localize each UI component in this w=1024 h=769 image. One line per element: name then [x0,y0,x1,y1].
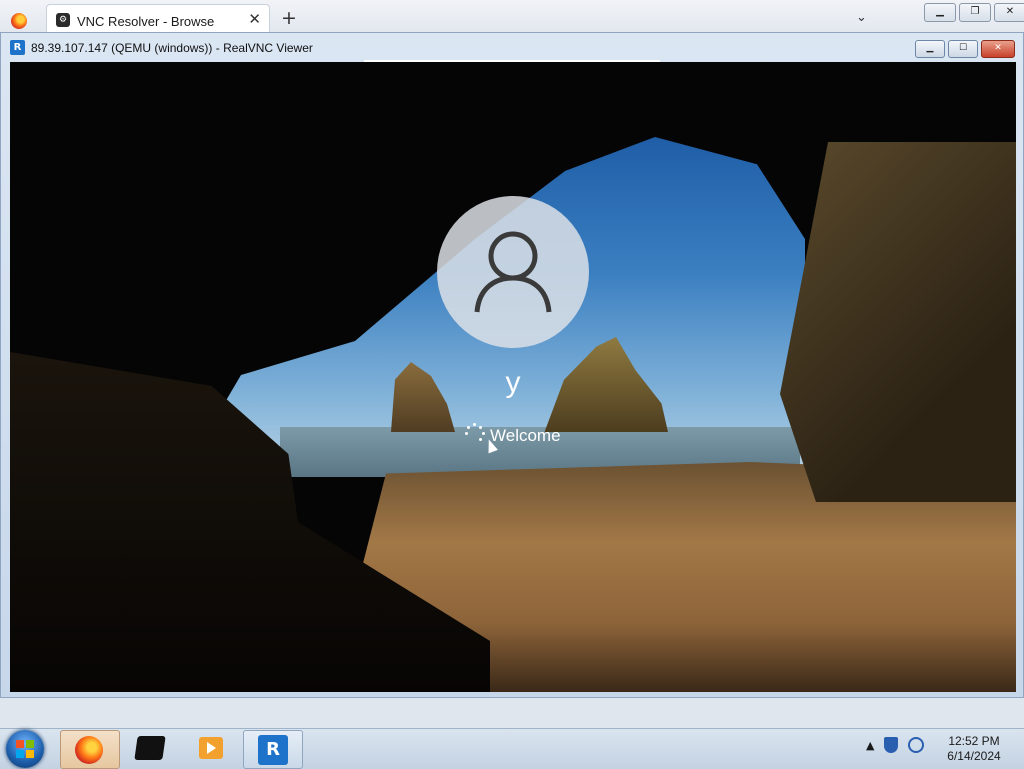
show-hidden-icons-button[interactable]: ▲ [866,739,874,752]
tab-close-icon[interactable]: ✕ [248,11,261,27]
tab-vnc-resolver[interactable]: ⚙ VNC Resolver - Browse ✕ [46,4,270,33]
realvnc-icon[interactable]: R [10,40,25,55]
login-status-text: Welcome [490,426,561,445]
browser-restore-button[interactable]: ❐ [959,3,991,22]
system-tray: ▲ [866,737,925,753]
wallpaper-cave-wall-right [780,142,1016,502]
browser-tab-strip: ⚙ VNC Resolver - Browse ✕ + ⌄ ▁ ❐ ✕ [0,0,1024,33]
tab-favicon-icon: ⚙ [56,13,70,27]
firefox-menu-icon[interactable] [11,13,27,29]
media-player-icon [199,737,223,759]
browser-window-controls: ▁ ❐ ✕ [924,3,1024,22]
vnc-window-controls: ▁ ☐ ✕ [915,40,1015,58]
user-name: y [505,366,521,399]
taskbar-vnc-viewer-button[interactable]: R [243,730,303,769]
browser-minimize-button[interactable]: ▁ [924,3,956,22]
user-avatar [437,196,589,348]
firefox-icon [75,736,103,764]
network-icon[interactable] [908,737,925,753]
shield-icon[interactable] [884,737,899,753]
vnc-window-title: 89.39.107.147 (QEMU (windows)) - RealVNC… [31,41,313,55]
vnc-minimize-button[interactable]: ▁ [915,40,945,58]
vnc-close-button[interactable]: ✕ [981,40,1015,58]
windows-logo-icon [16,740,34,758]
taskbar-firefox-button[interactable] [60,730,120,769]
tab-list-dropdown-icon[interactable]: ⌄ [856,10,867,25]
new-tab-button[interactable]: + [281,9,297,28]
terminal-icon [134,736,166,760]
browser-close-button[interactable]: ✕ [994,3,1024,22]
clock-time: 12:52 PM [948,734,1000,748]
taskbar-clock[interactable]: 12:52 PM 6/14/2024 [938,734,1010,764]
realvnc-icon: R [258,735,288,765]
vnc-viewer-window: R 89.39.107.147 (QEMU (windows)) - RealV… [0,32,1024,698]
vnc-titlebar[interactable]: R 89.39.107.147 (QEMU (windows)) - RealV… [1,33,1023,61]
clock-date: 6/14/2024 [947,749,1001,763]
taskbar-media-player-button[interactable] [182,730,240,767]
taskbar: R ▲ 12:52 PM 6/14/2024 [0,728,1024,769]
remote-desktop-screen[interactable]: y Welcome [10,62,1016,692]
start-button[interactable] [6,730,44,768]
tab-title: VNC Resolver - Browse [77,14,215,29]
vnc-maximize-button[interactable]: ☐ [948,40,978,58]
loading-spinner-icon [465,423,485,445]
taskbar-terminal-button[interactable] [121,730,179,767]
user-silhouette-icon [474,231,552,313]
